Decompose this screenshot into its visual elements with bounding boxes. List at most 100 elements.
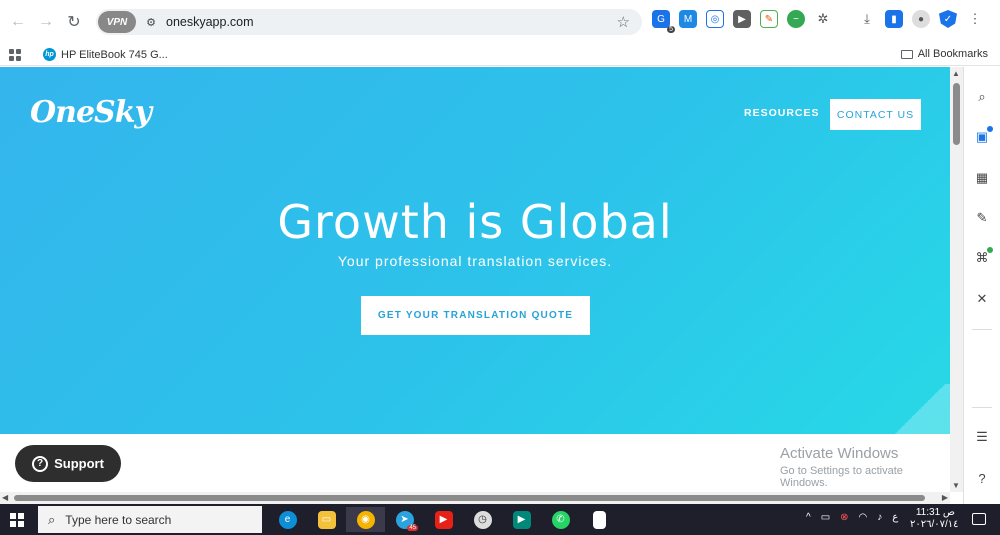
telegram-badge: 45 [407, 525, 418, 531]
extension-translate-icon[interactable]: G5 [652, 10, 675, 33]
extension-green-icon[interactable]: − [787, 10, 805, 28]
taskbar-apps: e ▭ ◉ ➤ 45 ▶ ◷ ▶ ✆ [268, 507, 619, 532]
bookmarks-bar: hp HP EliteBook 745 G... All Bookmarks [0, 44, 1000, 66]
back-icon[interactable]: ← [4, 8, 32, 36]
tools-icon[interactable]: ✕ [974, 291, 990, 307]
help-icon[interactable]: ? [974, 470, 990, 486]
extension-color-icon[interactable]: ✎ [760, 10, 778, 28]
activate-title: Activate Windows [780, 445, 899, 462]
youtube-icon: ▶ [434, 510, 453, 529]
all-bookmarks-label: All Bookmarks [917, 48, 988, 60]
contact-us-button[interactable]: CONTACT US [830, 99, 921, 130]
all-bookmarks-button[interactable]: All Bookmarks [900, 48, 988, 60]
folder-icon [900, 49, 913, 59]
scroll-left-arrow-icon[interactable]: ◀ [2, 493, 8, 502]
extensions-row: G5 M ◎ ▶ ✎ − ✲ ⤓ ▮ ● ✓ ⋮ [652, 10, 984, 33]
hero-headline: Growth is Global [277, 195, 673, 249]
horizontal-scrollbar[interactable]: ◀ ▶ [0, 492, 950, 504]
browser-side-panel: ⌕ ▣ ▦ ✎ ⌘ ✕ ☰ ? [963, 67, 1000, 504]
apps-grid-icon[interactable] [9, 48, 21, 61]
lens-search-icon[interactable]: ⌕ [974, 89, 990, 105]
chat-icon[interactable]: ▣ [974, 126, 993, 145]
bookmark-item[interactable]: hp HP EliteBook 745 G... [43, 48, 168, 61]
sidebar-toggle-icon[interactable]: ▮ [885, 10, 903, 28]
extension-m-icon[interactable]: M [679, 10, 697, 28]
bookmark-label: HP EliteBook 745 G... [61, 48, 168, 61]
question-icon: ? [32, 455, 49, 472]
notification-dot [987, 126, 993, 132]
activate-windows-watermark: Activate Windows Go to Settings to activ… [780, 445, 950, 489]
gamepad-icon[interactable]: ⌘ [974, 247, 993, 266]
taskbar-clock[interactable]: 11:31 ص ٢٠٢٦/٠٧/١٤ [910, 507, 959, 531]
edge-icon: e [278, 510, 297, 529]
download-icon[interactable]: ⤓ [858, 10, 876, 28]
clock-time: 11:31 ص [915, 507, 955, 518]
vertical-scroll-thumb[interactable] [953, 83, 960, 145]
taskbar-search[interactable]: ⌕ Type here to search [38, 506, 262, 533]
onesky-logo[interactable]: OneSky [30, 95, 152, 130]
battery-icon[interactable]: ▭ [821, 512, 830, 523]
support-button[interactable]: ? Support [15, 445, 121, 482]
volume-icon[interactable]: ♪ [877, 512, 882, 523]
menu-kebab-icon[interactable]: ⋮ [966, 10, 984, 28]
scroll-right-arrow-icon[interactable]: ▶ [942, 493, 948, 502]
notifications-icon[interactable] [972, 513, 986, 525]
wifi-icon[interactable]: ◠ [859, 512, 868, 523]
online-dot [987, 247, 993, 253]
hero-corner-decoration [890, 384, 950, 434]
side-separator [972, 407, 992, 408]
clock-date: ٢٠٢٦/٠٧/١٤ [910, 519, 959, 530]
scroll-up-arrow-icon[interactable]: ▲ [952, 69, 960, 78]
forward-icon[interactable]: → [32, 8, 60, 36]
site-settings-icon[interactable]: ⚙ [144, 15, 158, 29]
windows-taskbar: ⌕ Type here to search e ▭ ◉ ➤ 45 ▶ ◷ ▶ ✆ … [0, 504, 1000, 535]
taskbar-whatsapp[interactable]: ✆ [541, 507, 580, 532]
windows-start-icon[interactable] [10, 513, 24, 527]
horizontal-scroll-thumb[interactable] [14, 495, 925, 501]
url-text[interactable]: oneskyapp.com [166, 15, 254, 29]
vertical-scrollbar[interactable]: ▲ ▼ [950, 67, 963, 492]
extension-search-icon[interactable]: ◎ [706, 10, 724, 28]
support-label: Support [54, 456, 104, 471]
extension-video-icon[interactable]: ▶ [733, 10, 751, 28]
chrome-icon: ◉ [356, 510, 375, 529]
taskbar-telegram[interactable]: ➤ 45 [385, 507, 424, 532]
extension-badge: 5 [667, 26, 675, 33]
side-separator [972, 329, 992, 330]
hero-section: OneSky RESOURCES CONTACT US Growth is Gl… [0, 67, 950, 434]
translation-quote-button[interactable]: GET YOUR TRANSLATION QUOTE [361, 296, 590, 335]
activate-subtitle: Go to Settings to activate Windows. [780, 465, 903, 489]
taskbar-clock-app[interactable]: ◷ [463, 507, 502, 532]
screen: ← → ↻ VPN ⚙ oneskyapp.com ☆ G5 M ◎ ▶ ✎ −… [0, 0, 1000, 535]
web-page: OneSky RESOURCES CONTACT US Growth is Gl… [0, 67, 950, 492]
search-placeholder: Type here to search [65, 512, 172, 527]
hp-logo-icon: hp [43, 48, 56, 61]
address-bar[interactable]: VPN ⚙ oneskyapp.com ☆ [96, 9, 642, 35]
shield-icon[interactable]: ✓ [939, 10, 957, 28]
taskbar-chrome[interactable]: ◉ [346, 507, 385, 532]
calculator-icon[interactable]: ▦ [974, 170, 990, 186]
extensions-puzzle-icon[interactable]: ✲ [814, 10, 832, 28]
reload-icon[interactable]: ↻ [60, 8, 88, 36]
customize-sliders-icon[interactable]: ☰ [974, 429, 990, 445]
profile-avatar-icon[interactable]: ● [912, 10, 930, 28]
bookmark-star-icon[interactable]: ☆ [617, 13, 630, 31]
meet-icon: ▶ [512, 510, 531, 529]
folder-icon: ▭ [317, 510, 336, 529]
network-off-icon[interactable]: ⊗ [840, 512, 848, 523]
taskbar-file[interactable] [580, 507, 619, 532]
file-icon [593, 510, 606, 529]
language-indicator[interactable]: ع [892, 512, 898, 523]
whatsapp-icon: ✆ [551, 510, 570, 529]
hero-subline: Your professional translation services. [337, 253, 613, 269]
taskbar-edge[interactable]: e [268, 507, 307, 532]
notes-icon[interactable]: ✎ [974, 210, 990, 226]
clock-app-icon: ◷ [473, 510, 492, 529]
vpn-button[interactable]: VPN [98, 11, 136, 33]
nav-resources-link[interactable]: RESOURCES [744, 107, 820, 119]
scroll-down-arrow-icon[interactable]: ▼ [952, 481, 960, 490]
taskbar-youtube[interactable]: ▶ [424, 507, 463, 532]
taskbar-meet[interactable]: ▶ [502, 507, 541, 532]
taskbar-explorer[interactable]: ▭ [307, 507, 346, 532]
tray-chevron-icon[interactable]: ^ [806, 512, 811, 523]
